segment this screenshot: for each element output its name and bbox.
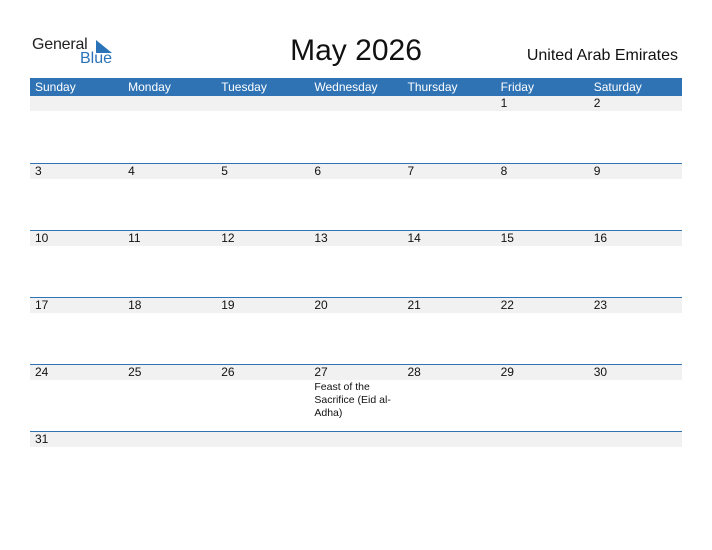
day-cell: 21 (407, 298, 421, 312)
day-cell: 26 (221, 365, 235, 379)
week-row: 17 18 19 20 21 22 23 (30, 297, 682, 364)
weekday-sunday: Sunday (35, 80, 76, 94)
day-cell: 29 (500, 365, 514, 379)
day-cell: 2 (593, 96, 601, 110)
weekday-friday: Friday (500, 80, 534, 94)
weekday-header: Sunday Monday Tuesday Wednesday Thursday… (30, 78, 682, 96)
day-cell: 27 Feast of the Sacrifice (Eid al-Adha) (309, 365, 402, 419)
day-cell: 1 (500, 96, 508, 110)
day-cell (403, 432, 496, 447)
calendar-grid: Sunday Monday Tuesday Wednesday Thursday… (30, 78, 682, 498)
day-cell (30, 96, 123, 111)
day-cell (403, 96, 496, 111)
day-cell (123, 432, 216, 447)
weekday-tuesday: Tuesday (221, 80, 267, 94)
day-cell: 4 (128, 164, 135, 178)
day-cell: 20 (314, 298, 328, 312)
day-cell: 7 (407, 164, 415, 178)
weekday-thursday: Thursday (407, 80, 458, 94)
day-cell: 28 (407, 365, 421, 379)
day-cell: 15 (500, 231, 514, 245)
week-row: 3 4 5 6 7 8 9 (30, 163, 682, 230)
day-cell (309, 96, 402, 111)
week-row: 31 (30, 431, 682, 498)
day-cell: 14 (407, 231, 421, 245)
day-cell: 19 (221, 298, 235, 312)
weekday-saturday: Saturday (593, 80, 642, 94)
date-strip: 17 18 19 20 21 22 23 (30, 298, 682, 313)
date-strip: 24 25 26 27 Feast of the Sacrifice (Eid al-A… (30, 365, 682, 419)
day-cell (496, 432, 589, 447)
day-cell (123, 96, 216, 111)
day-cell: 3 (35, 164, 42, 178)
week-row: 12 (30, 96, 682, 163)
day-cell: 12 (221, 231, 235, 245)
day-cell: 16 (593, 231, 608, 245)
week-row: 10 11 12 13 14 15 16 (30, 230, 682, 297)
day-cell: 25 (128, 365, 142, 379)
day-cell: 9 (593, 164, 601, 178)
day-cell: 11 (128, 231, 141, 245)
day-cell (216, 96, 309, 111)
day-cell: 10 (35, 231, 49, 245)
day-cell: 24 (35, 365, 49, 379)
country-label: United Arab Emirates (526, 47, 678, 64)
date-strip: 3 4 5 6 7 8 9 (30, 164, 682, 179)
day-cell: 17 (35, 298, 49, 312)
date-strip: 10 11 12 13 14 15 16 (30, 231, 682, 246)
day-cell (216, 432, 309, 447)
day-cell: 8 (500, 164, 508, 178)
holiday-label: Feast of the Sacrifice (Eid al-Adha) (314, 381, 391, 419)
day-cell: 13 (314, 231, 328, 245)
week-row: 24 25 26 27 Feast of the Sacrifice (Eid al-A… (30, 364, 682, 431)
day-cell: 18 (128, 298, 142, 312)
day-cell: 31 (35, 432, 49, 446)
weekday-wednesday: Wednesday (314, 80, 378, 94)
date-strip: 12 (30, 96, 682, 111)
day-cell: 30 (593, 365, 608, 379)
day-cell (589, 432, 682, 447)
weekday-monday: Monday (128, 80, 171, 94)
day-cell: 23 (593, 298, 608, 312)
day-cell: 6 (314, 164, 322, 178)
date-strip: 31 (30, 432, 682, 447)
day-cell: 22 (500, 298, 514, 312)
day-cell: 5 (221, 164, 228, 178)
day-cell (309, 432, 402, 447)
